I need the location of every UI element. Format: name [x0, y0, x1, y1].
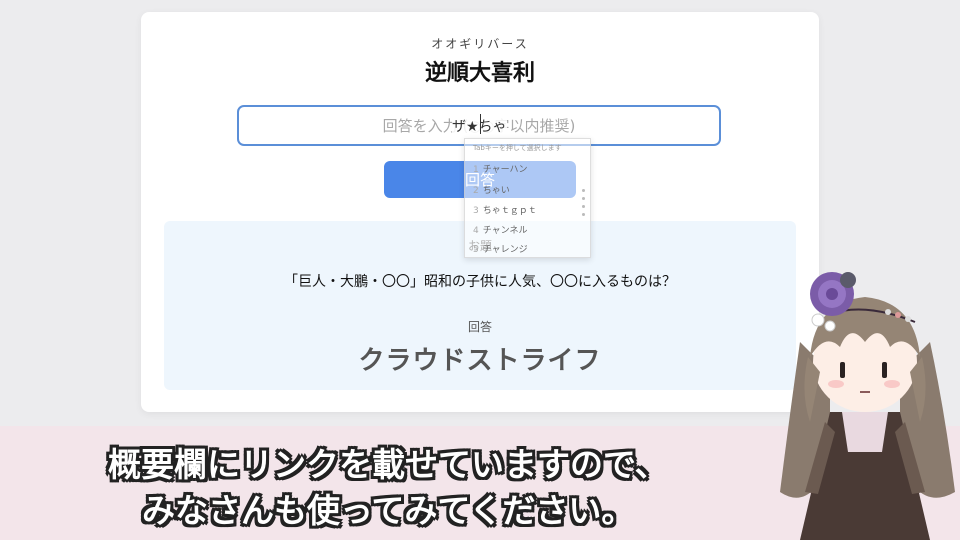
character-mascot: [780, 272, 955, 540]
ime-candidate[interactable]: 3 ちゃｔｇｐｔ: [473, 203, 537, 216]
page-title: 逆順大喜利: [424, 61, 535, 86]
topic-question: 「巨人・大鵬・〇〇」昭和の子供に人気、〇〇に入るものは？: [284, 274, 676, 290]
ime-candidate[interactable]: 1 チャーハン: [473, 162, 527, 175]
caption-line-1: 概要欄にリンクを載せていますので、: [108, 445, 668, 484]
ime-candidate-popup[interactable]: Tabキーを押して選択します 1 チャーハン 2 ちゃい 3 ちゃｔｇｐｔ 4 チャンネ…: [464, 138, 591, 258]
ime-candidate[interactable]: 2 ちゃい: [473, 183, 510, 196]
ime-candidate[interactable]: 4 チャンネル: [473, 223, 527, 236]
ime-candidate[interactable]: 5 チャレンジ: [473, 242, 528, 255]
app-subtitle: オオギリバース: [431, 37, 529, 51]
text-caret: [480, 114, 481, 134]
ime-hint: Tabキーを押して選択します: [473, 144, 562, 152]
answer-result: クラウドストライフ: [358, 346, 602, 376]
caption-line-2: みなさんも使ってみてください。: [142, 491, 635, 530]
ime-scroll-dots: [582, 189, 586, 221]
answer-label: 回答: [467, 320, 492, 334]
